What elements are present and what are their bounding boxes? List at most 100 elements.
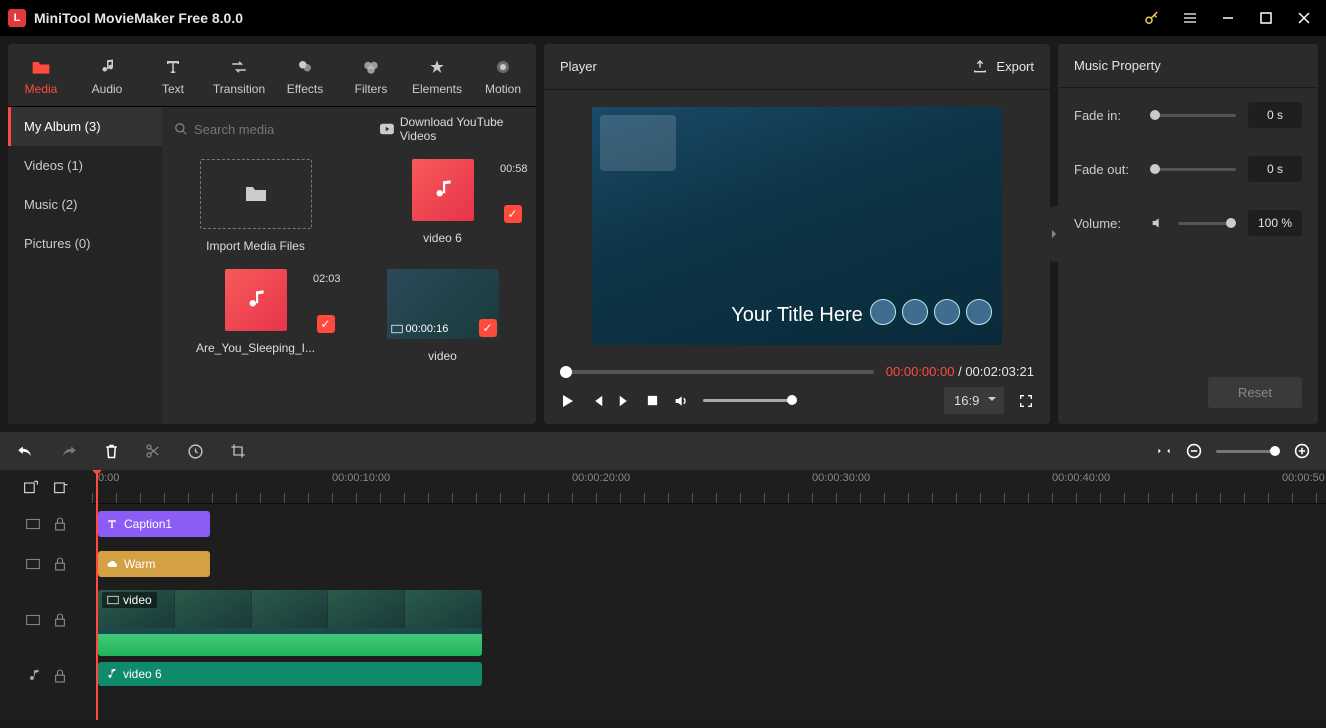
reset-button[interactable]: Reset [1208, 377, 1302, 408]
zoom-out-button[interactable] [1186, 443, 1202, 459]
title-bar: L MiniTool MovieMaker Free 8.0.0 [0, 0, 1326, 36]
app-logo: L [8, 9, 26, 27]
fade-in-value: 0 s [1248, 102, 1302, 128]
properties-panel: Music Property Fade in: 0 s Fade out: 0 … [1058, 44, 1318, 424]
tab-audio[interactable]: Audio [74, 44, 140, 106]
track-head-audio [0, 656, 92, 696]
fit-timeline-button[interactable] [1156, 444, 1172, 458]
lock-icon[interactable] [54, 517, 66, 531]
media-item[interactable]: 00:00:16 ✓ video [361, 269, 524, 363]
prev-frame-button[interactable] [590, 394, 604, 408]
license-key-icon[interactable] [1138, 4, 1166, 32]
media-duration: 02:03 [313, 273, 341, 285]
tab-media[interactable]: Media [8, 44, 74, 106]
search-input[interactable] [194, 122, 370, 137]
stop-button[interactable] [646, 394, 659, 407]
search-media[interactable] [174, 122, 370, 137]
import-media-tile[interactable]: Import Media Files [174, 159, 337, 253]
minimize-button[interactable] [1214, 4, 1242, 32]
volume-icon[interactable] [673, 393, 689, 409]
music-note-icon [106, 668, 117, 680]
fade-out-slider[interactable] [1150, 168, 1236, 171]
music-note-icon [243, 287, 269, 313]
next-frame-button[interactable] [618, 394, 632, 408]
tab-elements[interactable]: Elements [404, 44, 470, 106]
media-item[interactable]: 02:03 ✓ Are_You_Sleeping_I... [174, 269, 337, 363]
music-note-icon [27, 669, 40, 683]
redo-button[interactable] [60, 443, 78, 459]
speed-button[interactable] [187, 443, 204, 460]
volume-value: 100 % [1248, 210, 1302, 236]
track-head-video [0, 584, 92, 656]
clip-video[interactable]: video [98, 590, 482, 656]
playhead[interactable] [96, 470, 98, 720]
toolbox-tabs: Media Audio Text Transition Effects Filt… [8, 44, 536, 107]
folder-icon [244, 184, 268, 204]
maximize-button[interactable] [1252, 4, 1280, 32]
volume-prop-slider[interactable] [1178, 222, 1236, 225]
clip-audio[interactable]: video 6 [98, 662, 482, 686]
search-icon [174, 122, 188, 136]
sidebar-item-videos[interactable]: Videos (1) [8, 146, 162, 185]
cloud-icon [106, 558, 118, 570]
music-note-icon [430, 177, 456, 203]
added-check-icon: ✓ [479, 319, 497, 337]
fade-in-label: Fade in: [1074, 108, 1138, 123]
media-item[interactable]: 00:58 ✓ video 6 [361, 159, 524, 253]
added-check-icon: ✓ [317, 315, 335, 333]
volume-icon [1150, 215, 1166, 231]
filmstrip-icon [107, 595, 119, 605]
menu-icon[interactable] [1176, 4, 1204, 32]
tab-motion[interactable]: Motion [470, 44, 536, 106]
tab-transition[interactable]: Transition [206, 44, 272, 106]
fade-out-label: Fade out: [1074, 162, 1138, 177]
zoom-in-button[interactable] [1294, 443, 1310, 459]
timecode: 00:00:00:00 / 00:02:03:21 [886, 364, 1034, 379]
aspect-ratio-select[interactable]: 16:9 [944, 387, 1004, 414]
undo-button[interactable] [16, 443, 34, 459]
properties-title: Music Property [1058, 44, 1318, 88]
download-youtube-link[interactable]: Download YouTube Videos [380, 115, 524, 143]
fade-in-slider[interactable] [1150, 114, 1236, 117]
video-preview[interactable]: Your Title Here [592, 107, 1002, 345]
volume-slider[interactable] [703, 399, 797, 402]
seek-bar[interactable] [560, 370, 874, 374]
tab-text[interactable]: Text [140, 44, 206, 106]
timeline: 0:00 00:00:10:00 00:00:20:00 00:00:30:00… [0, 470, 1326, 720]
sidebar-item-myalbum[interactable]: My Album (3) [8, 107, 162, 146]
volume-label: Volume: [1074, 216, 1138, 231]
timeline-ruler[interactable]: 0:00 00:00:10:00 00:00:20:00 00:00:30:00… [92, 470, 1326, 504]
panel-collapse-button[interactable] [1050, 206, 1058, 262]
filmstrip-icon [26, 558, 40, 570]
timeline-toolbar [0, 432, 1326, 470]
sidebar-item-music[interactable]: Music (2) [8, 185, 162, 224]
media-duration: 00:00:16 [391, 323, 449, 335]
fullscreen-button[interactable] [1018, 393, 1034, 409]
remove-track-icon[interactable] [53, 479, 69, 495]
track-head-effect [0, 544, 92, 584]
filmstrip-icon [26, 614, 40, 626]
zoom-slider[interactable] [1216, 450, 1280, 453]
sidebar-item-pictures[interactable]: Pictures (0) [8, 224, 162, 263]
split-button[interactable] [145, 443, 161, 459]
youtube-icon [380, 123, 394, 135]
tab-effects[interactable]: Effects [272, 44, 338, 106]
lock-icon[interactable] [54, 613, 66, 627]
export-icon [972, 59, 988, 75]
media-categories: My Album (3) Videos (1) Music (2) Pictur… [8, 107, 162, 424]
crop-button[interactable] [230, 443, 246, 459]
clip-caption[interactable]: Caption1 [98, 511, 210, 537]
play-button[interactable] [560, 393, 576, 409]
delete-button[interactable] [104, 443, 119, 460]
lock-icon[interactable] [54, 557, 66, 571]
app-title: MiniTool MovieMaker Free 8.0.0 [34, 10, 1130, 26]
tab-filters[interactable]: Filters [338, 44, 404, 106]
added-check-icon: ✓ [504, 205, 522, 223]
close-button[interactable] [1290, 4, 1318, 32]
export-button[interactable]: Export [972, 59, 1034, 75]
player-title: Player [560, 59, 597, 74]
lock-icon[interactable] [54, 669, 66, 683]
clip-effect[interactable]: Warm [98, 551, 210, 577]
track-head-text [0, 504, 92, 544]
add-track-icon[interactable] [23, 479, 39, 495]
